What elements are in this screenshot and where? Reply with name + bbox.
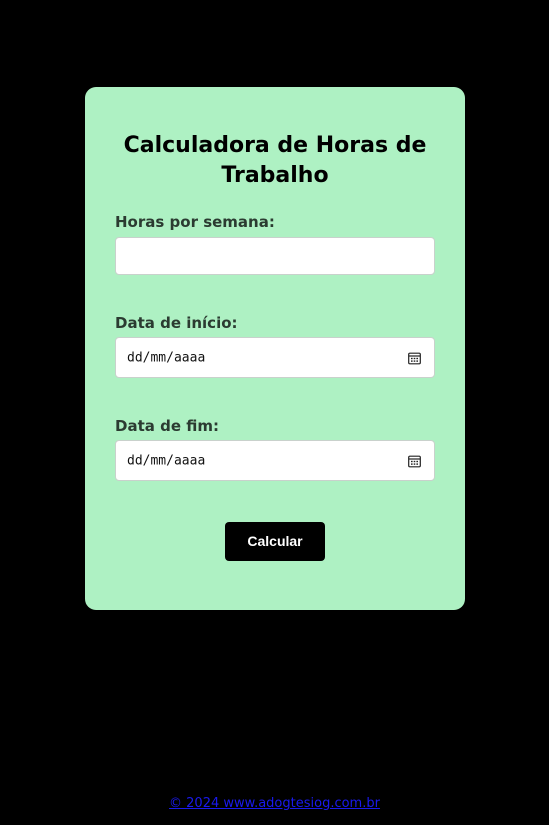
start-date-input[interactable]: dd/mm/aaaa	[115, 337, 435, 378]
title-line-2: Trabalho	[221, 163, 329, 188]
hours-label: Horas por semana:	[115, 213, 275, 231]
title-line-1: Calculadora de Horas de	[123, 133, 427, 158]
calculate-button[interactable]: Calcular	[225, 522, 325, 561]
start-date-placeholder: dd/mm/aaaa	[127, 350, 206, 365]
start-date-label: Data de início:	[115, 314, 238, 332]
calendar-icon[interactable]	[408, 454, 421, 467]
page-title: Calculadora de Horas de Trabalho	[115, 131, 435, 191]
end-date-input[interactable]: dd/mm/aaaa	[115, 440, 435, 481]
end-date-label: Data de fim:	[115, 417, 219, 435]
footer-link[interactable]: © 2024 www.adogtesiog.com.br	[169, 796, 380, 811]
hours-input[interactable]	[115, 237, 435, 275]
calculator-card: Calculadora de Horas de Trabalho Horas p…	[85, 87, 465, 610]
page: Calculadora de Horas de Trabalho Horas p…	[0, 0, 549, 825]
calendar-icon[interactable]	[408, 351, 421, 364]
end-date-placeholder: dd/mm/aaaa	[127, 453, 206, 468]
footer: © 2024 www.adogtesiog.com.br	[0, 796, 549, 811]
